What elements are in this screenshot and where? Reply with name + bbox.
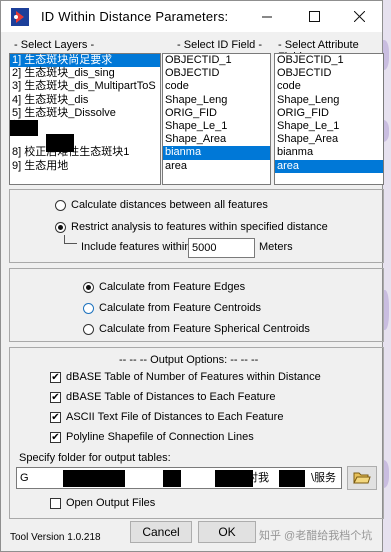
layers-listbox[interactable]: 1] 生态斑块尚足要求 2] 生态斑块_dis_sing 3] 生态斑块_dis_M…	[9, 53, 161, 185]
maximize-icon	[308, 11, 320, 22]
attribute-field-list-item[interactable]: Shape_Area	[275, 133, 383, 146]
attribute-field-list-item[interactable]: OBJECTID	[275, 67, 383, 80]
close-button[interactable]	[336, 1, 382, 32]
output-opt2[interactable]: ✔ dBASE Table of Distances to Each Featu…	[50, 391, 276, 403]
opt3-checkbox[interactable]: ✔	[50, 411, 61, 423]
app-icon	[11, 8, 29, 26]
window-title: ID Within Distance Parameters:	[41, 9, 229, 24]
id-within-distance-dialog: ID Within Distance Parameters: - Select …	[0, 0, 384, 552]
folder-path-suffix: \服务	[311, 472, 337, 484]
include-features-label: Include features within	[81, 241, 191, 253]
id-field-list-item[interactable]: OBJECTID	[163, 67, 270, 80]
layer-list-item[interactable]: 4] 生态斑块_dis	[10, 94, 160, 107]
id-field-list-item[interactable]: Shape_Leng	[163, 94, 270, 107]
minimize-icon	[261, 16, 272, 18]
id-field-list-item[interactable]: ORIG_FID	[163, 107, 270, 120]
title-bar: ID Within Distance Parameters:	[1, 1, 382, 32]
distance-input[interactable]: 5000	[188, 238, 255, 258]
folder-path-prefix: G	[20, 472, 29, 484]
id-field-listbox[interactable]: OBJECTID_1 OBJECTID code Shape_Leng ORIG_FID…	[162, 53, 271, 185]
calc-edges-label: Calculate from Feature Edges	[99, 281, 246, 293]
browse-folder-button[interactable]	[347, 466, 377, 490]
restrict-radio[interactable]	[55, 221, 66, 233]
watermark: 知乎 @老醋给我档个坑	[259, 530, 373, 542]
layer-list-item[interactable]: 1] 生态斑块尚足要求	[10, 54, 160, 68]
layer-list-item[interactable]: 8] 校正后难性生态斑块1	[10, 146, 160, 159]
attribute-field-list-item[interactable]: Shape_Leng	[275, 94, 383, 107]
folder-path-middle: 对我	[247, 472, 269, 484]
attribute-field-listbox[interactable]: OBJECTID_1 OBJECTID code Shape_Leng ORIG_FID…	[274, 53, 384, 185]
id-field-list-item[interactable]: Shape_Area	[163, 133, 270, 146]
output-folder-input[interactable]: G 对我 \服务	[16, 467, 342, 489]
layer-list-item[interactable]: 5] 生态斑块_Dissolve	[10, 107, 160, 120]
redaction-block	[163, 470, 181, 487]
restrict-distance-option[interactable]: Restrict analysis to features within spe…	[55, 221, 328, 233]
output-folder-label: Specify folder for output tables:	[19, 452, 171, 464]
tool-version-label: Tool Version 1.0.218	[10, 532, 101, 543]
calc-centroids-option[interactable]: Calculate from Feature Centroids	[83, 302, 261, 314]
redaction-block	[279, 470, 305, 487]
calc-spherical-option[interactable]: Calculate from Feature Spherical Centroi…	[83, 323, 310, 335]
redaction-block	[46, 134, 74, 152]
calc-all-label: Calculate distances between all features	[71, 199, 268, 211]
calc-centroids-label: Calculate from Feature Centroids	[99, 302, 262, 314]
distance-unit-label: Meters	[259, 241, 293, 253]
output-options-header: -- -- -- Output Options: -- -- --	[119, 354, 259, 366]
output-opt4[interactable]: ✔ Polyline Shapefile of Connection Lines	[50, 431, 254, 443]
open-output-files-option[interactable]: Open Output Files	[50, 497, 155, 509]
cancel-button[interactable]: Cancel	[130, 521, 192, 543]
minimize-button[interactable]	[244, 1, 290, 32]
select-layers-label: - Select Layers -	[14, 39, 95, 51]
opt1-checkbox[interactable]: ✔	[50, 371, 61, 383]
layer-list-item[interactable]: 2] 生态斑块_dis_sing	[10, 67, 160, 80]
open-output-files-checkbox[interactable]	[50, 497, 61, 509]
opt1-label: dBASE Table of Number of Features within…	[66, 371, 321, 383]
id-field-list-item[interactable]: Shape_Le_1	[163, 120, 270, 133]
redaction-block	[10, 120, 38, 136]
calc-edges-option[interactable]: Calculate from Feature Edges	[83, 281, 245, 293]
calc-all-radio[interactable]	[55, 199, 66, 211]
id-field-list-item[interactable]: code	[163, 80, 270, 93]
ok-button[interactable]: OK	[198, 521, 256, 543]
redaction-block	[63, 470, 125, 487]
opt3-label: ASCII Text File of Distances to Each Fea…	[66, 411, 284, 423]
maximize-button[interactable]	[291, 1, 337, 32]
select-id-field-label: - Select ID Field -	[177, 39, 262, 51]
opt4-label: Polyline Shapefile of Connection Lines	[66, 431, 254, 443]
calc-spherical-radio[interactable]	[83, 323, 94, 335]
folder-open-icon	[353, 472, 371, 484]
id-field-list-item[interactable]: area	[163, 160, 270, 173]
output-opt3[interactable]: ✔ ASCII Text File of Distances to Each F…	[50, 411, 283, 423]
attribute-field-list-item[interactable]: OBJECTID_1	[275, 54, 383, 67]
opt2-label: dBASE Table of Distances to Each Feature	[66, 391, 276, 403]
id-field-list-item[interactable]: bianma	[163, 146, 270, 160]
restrict-label: Restrict analysis to features within spe…	[71, 221, 328, 233]
attribute-field-list-item[interactable]: code	[275, 80, 383, 93]
calc-centroids-radio[interactable]	[83, 302, 94, 314]
layer-list-item[interactable]: 3] 生态斑块_dis_MultipartToS	[10, 80, 160, 93]
opt4-checkbox[interactable]: ✔	[50, 431, 61, 443]
calc-all-distances-option[interactable]: Calculate distances between all features	[55, 199, 268, 211]
open-output-files-label: Open Output Files	[66, 497, 156, 509]
attribute-field-list-item[interactable]: area	[275, 159, 383, 173]
attribute-field-list-item[interactable]: bianma	[275, 146, 383, 159]
calc-edges-radio[interactable]	[83, 281, 94, 293]
attribute-field-list-item[interactable]: ORIG_FID	[275, 107, 383, 120]
opt2-checkbox[interactable]: ✔	[50, 391, 61, 403]
attribute-field-list-item[interactable]: Shape_Le_1	[275, 120, 383, 133]
calc-spherical-label: Calculate from Feature Spherical Centroi…	[99, 323, 310, 335]
layer-list-item[interactable]: 9] 生态用地	[10, 160, 160, 173]
close-icon	[353, 11, 365, 22]
id-field-list-item[interactable]: OBJECTID_1	[163, 54, 270, 67]
tree-connector	[64, 235, 77, 244]
output-opt1[interactable]: ✔ dBASE Table of Number of Features with…	[50, 371, 321, 383]
